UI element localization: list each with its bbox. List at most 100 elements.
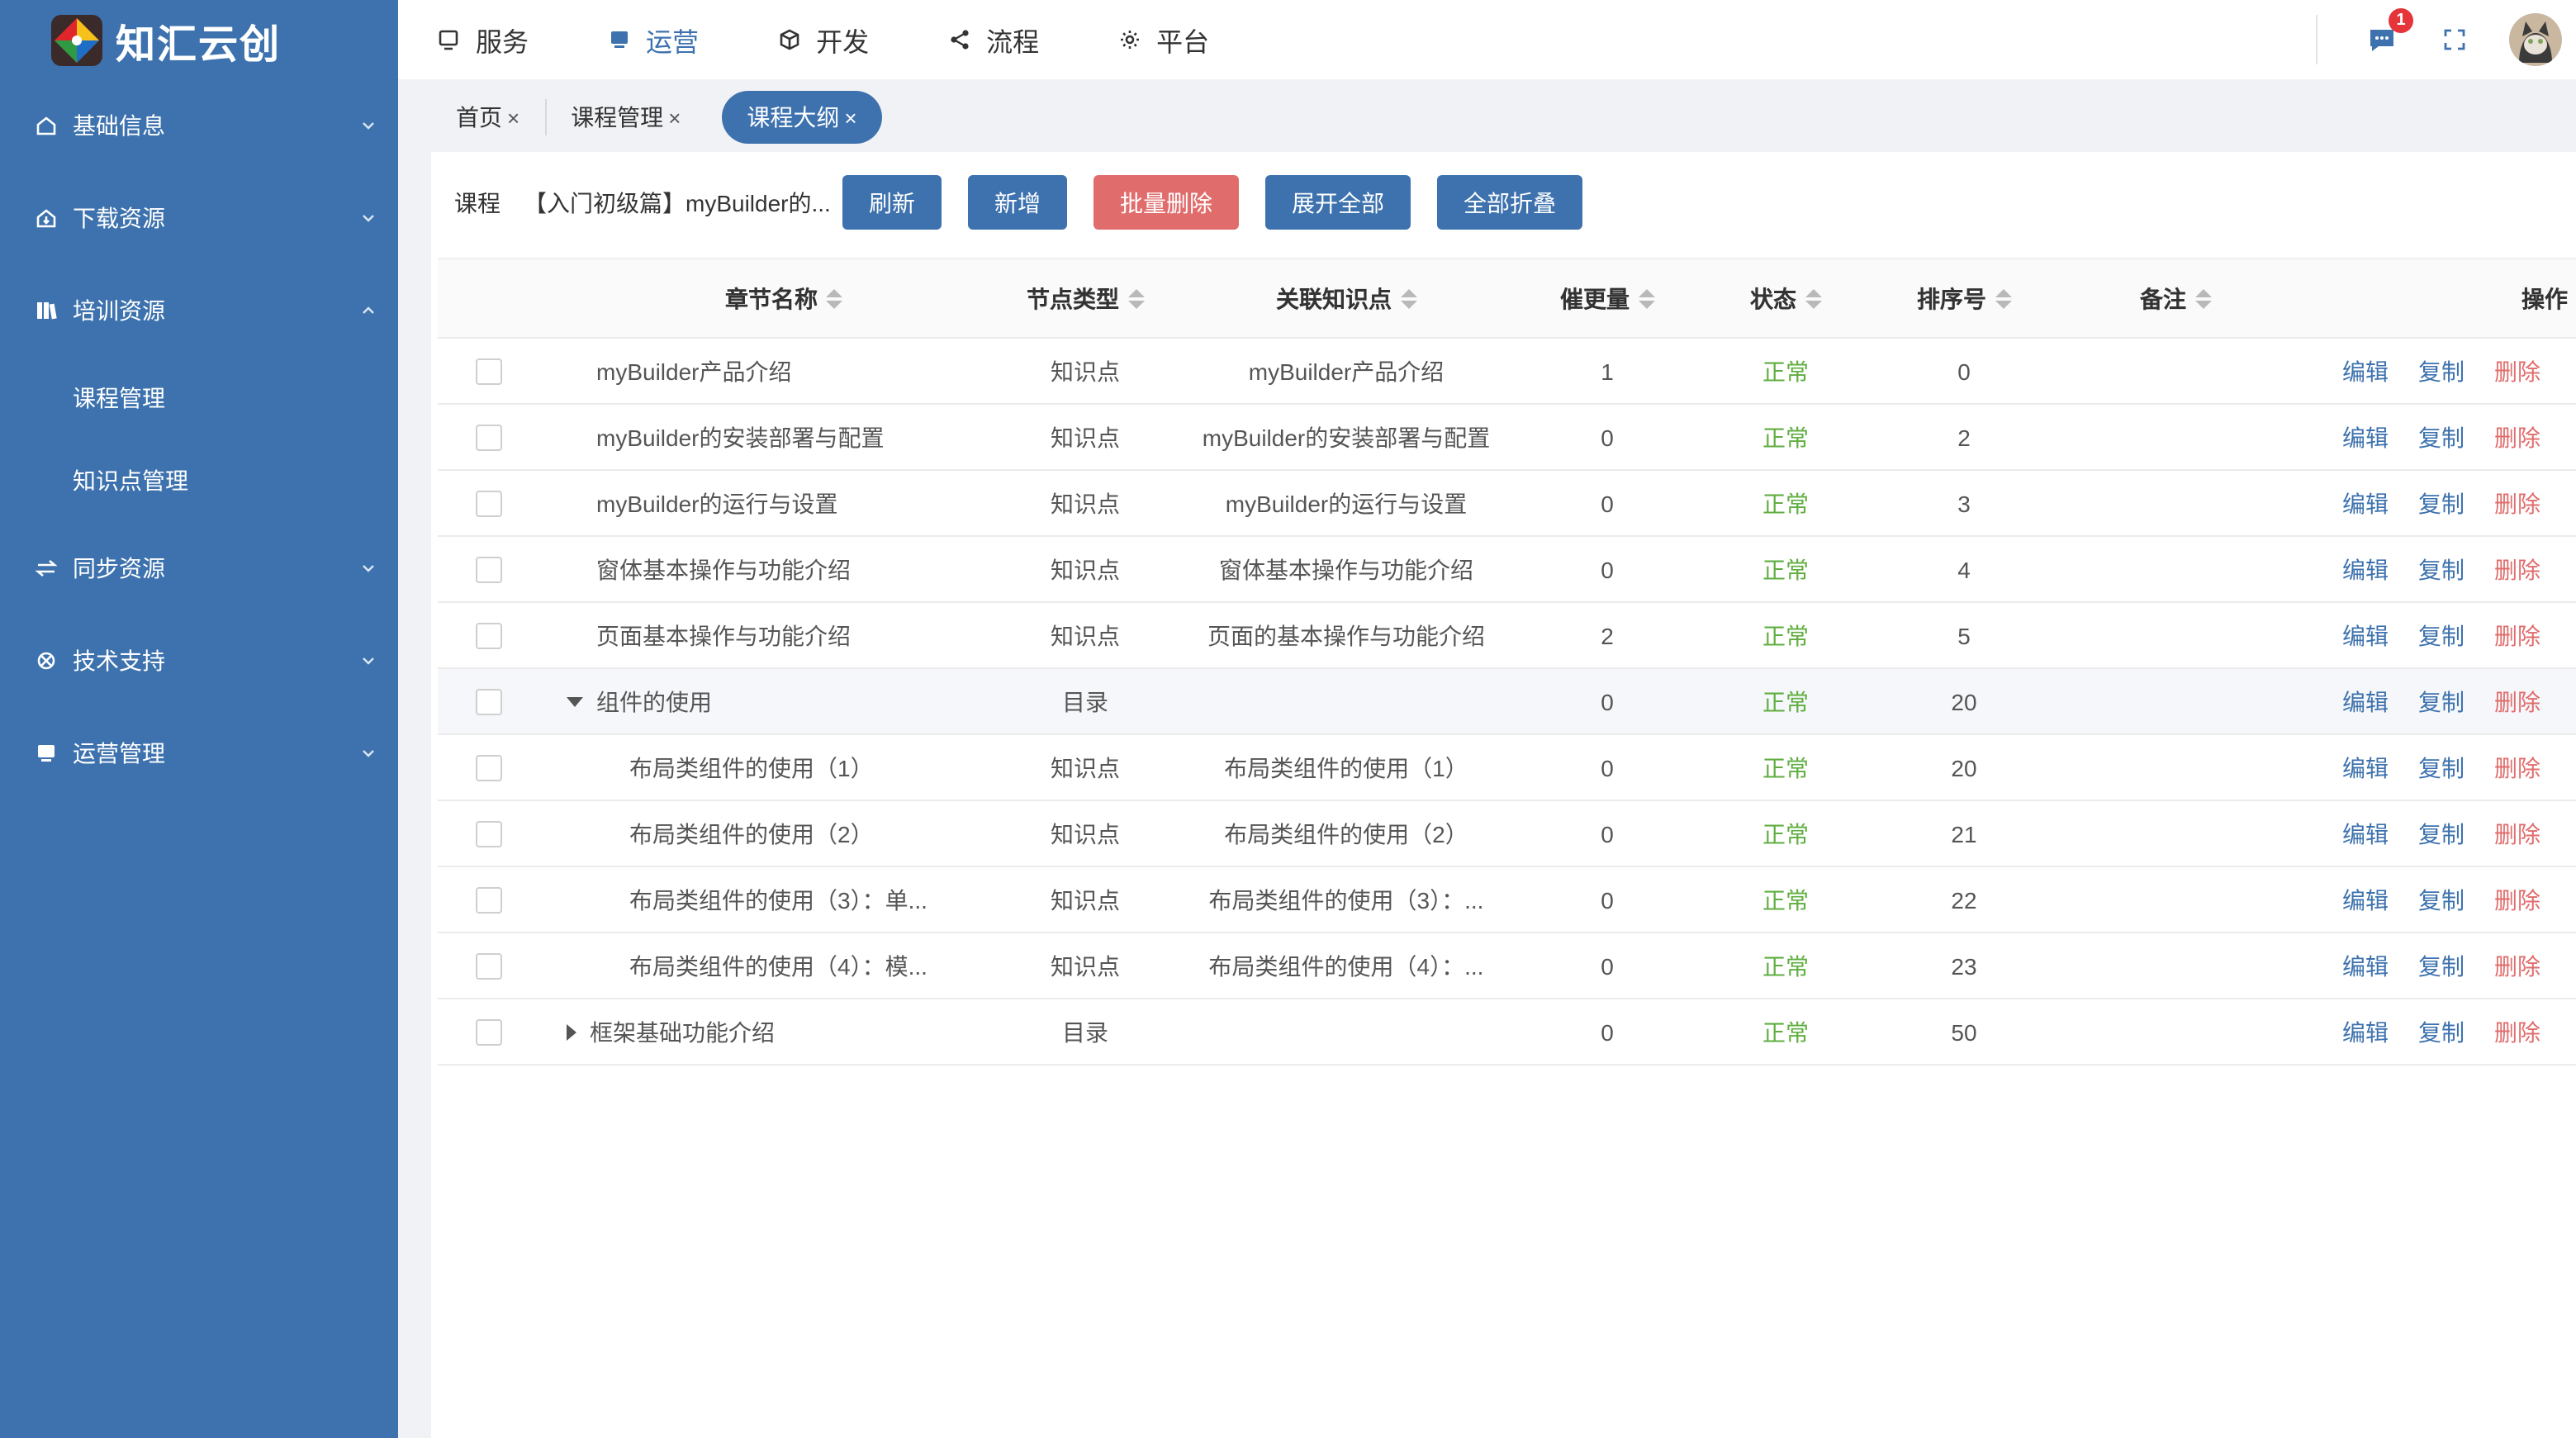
edit-link[interactable]: 编辑 bbox=[2342, 486, 2389, 520]
table-row[interactable]: 布局类组件的使用（1） 知识点 布局类组件的使用（1） 0 正常 20 编辑 复制 删除 bbox=[438, 735, 2576, 801]
delete-link[interactable]: 删除 bbox=[2494, 949, 2540, 982]
edit-link[interactable]: 编辑 bbox=[2342, 817, 2389, 850]
topnav-dev[interactable]: 开发 bbox=[778, 20, 869, 59]
row-checkbox[interactable] bbox=[475, 622, 501, 648]
copy-link[interactable]: 复制 bbox=[2418, 486, 2465, 520]
sidebar-item-knowledge-mgmt[interactable]: 知识点管理 bbox=[0, 439, 398, 522]
topnav-service[interactable]: 服务 bbox=[438, 20, 529, 59]
tree-collapse-icon[interactable] bbox=[567, 696, 583, 706]
copy-link[interactable]: 复制 bbox=[2418, 420, 2465, 453]
sidebar-item-training[interactable]: 培训资源 bbox=[0, 264, 398, 357]
sort-icon[interactable] bbox=[2194, 288, 2211, 308]
row-checkbox[interactable] bbox=[475, 1018, 501, 1045]
copy-link[interactable]: 复制 bbox=[2418, 553, 2465, 586]
copy-link[interactable]: 复制 bbox=[2418, 1015, 2465, 1048]
table-row[interactable]: 布局类组件的使用（2） 知识点 布局类组件的使用（2） 0 正常 21 编辑 复制 删除 bbox=[438, 801, 2576, 867]
close-icon[interactable]: × bbox=[507, 105, 519, 130]
sidebar-item-basic-info[interactable]: 基础信息 bbox=[0, 79, 398, 172]
tab-course-mgmt[interactable]: 课程管理 × bbox=[546, 91, 705, 144]
topnav-platform[interactable]: 平台 bbox=[1118, 20, 1209, 59]
app-logo[interactable]: 知汇云创 bbox=[0, 0, 398, 79]
delete-link[interactable]: 删除 bbox=[2494, 1015, 2540, 1048]
row-checkbox[interactable] bbox=[475, 754, 501, 781]
edit-link[interactable]: 编辑 bbox=[2342, 685, 2389, 718]
sort-icon[interactable] bbox=[1400, 288, 1416, 308]
refresh-button[interactable]: 刷新 bbox=[842, 175, 942, 230]
table-row[interactable]: myBuilder的运行与设置 知识点 myBuilder的运行与设置 0 正常 3 编辑复… bbox=[438, 471, 2576, 537]
tab-course-outline[interactable]: 课程大纲 × bbox=[722, 91, 882, 144]
header-status[interactable]: 状态 bbox=[1696, 259, 1875, 337]
header-type[interactable]: 节点类型 bbox=[996, 259, 1174, 337]
table-row[interactable]: myBuilder产品介绍 知识点 myBuilder产品介绍 1 正常 0 编辑 复制 删除 bbox=[438, 339, 2576, 405]
header-name[interactable]: 章节名称 bbox=[538, 259, 996, 337]
table-row[interactable]: 布局类组件的使用（4）：模... 知识点 布局类组件的使用（4）：... 0 正常 23 编… bbox=[438, 933, 2576, 999]
row-checkbox[interactable] bbox=[475, 556, 501, 582]
edit-link[interactable]: 编辑 bbox=[2342, 619, 2389, 652]
row-checkbox[interactable] bbox=[475, 886, 501, 913]
row-checkbox[interactable] bbox=[475, 688, 501, 714]
row-checkbox[interactable] bbox=[475, 358, 501, 384]
collapse-all-button[interactable]: 全部折叠 bbox=[1437, 175, 1582, 230]
tree-expand-icon[interactable] bbox=[567, 1023, 576, 1040]
sidebar-item-course-mgmt[interactable]: 课程管理 bbox=[0, 357, 398, 439]
message-button[interactable]: 1 bbox=[2367, 8, 2413, 55]
edit-link[interactable]: 编辑 bbox=[2342, 420, 2389, 453]
header-order[interactable]: 排序号 bbox=[1875, 259, 2053, 337]
avatar[interactable] bbox=[2509, 13, 2562, 66]
close-icon[interactable]: × bbox=[668, 105, 681, 130]
close-icon[interactable]: × bbox=[844, 105, 856, 130]
delete-link[interactable]: 删除 bbox=[2494, 751, 2540, 784]
copy-link[interactable]: 复制 bbox=[2418, 817, 2465, 850]
row-checkbox[interactable] bbox=[475, 952, 501, 979]
add-button[interactable]: 新增 bbox=[968, 175, 1067, 230]
copy-link[interactable]: 复制 bbox=[2418, 685, 2465, 718]
copy-link[interactable]: 复制 bbox=[2418, 619, 2465, 652]
sort-icon[interactable] bbox=[1127, 288, 1144, 308]
edit-link[interactable]: 编辑 bbox=[2342, 354, 2389, 387]
delete-link[interactable]: 删除 bbox=[2494, 685, 2540, 718]
delete-link[interactable]: 删除 bbox=[2494, 553, 2540, 586]
sidebar-item-ops-mgmt[interactable]: 运营管理 bbox=[0, 707, 398, 800]
table-row[interactable]: 窗体基本操作与功能介绍 知识点 窗体基本操作与功能介绍 0 正常 4 编辑 复制 删除 bbox=[438, 537, 2576, 603]
edit-link[interactable]: 编辑 bbox=[2342, 1015, 2389, 1048]
sort-icon[interactable] bbox=[1805, 288, 1821, 308]
header-qty[interactable]: 催更量 bbox=[1518, 259, 1696, 337]
table-row[interactable]: 布局类组件的使用（3）：单... 知识点 布局类组件的使用（3）：... 0 正常 22 编… bbox=[438, 867, 2576, 933]
table-row[interactable]: 组件的使用 目录 0 正常 20 编辑 复制 删除 bbox=[438, 669, 2576, 735]
batch-delete-button[interactable]: 批量删除 bbox=[1093, 175, 1239, 230]
copy-link[interactable]: 复制 bbox=[2418, 354, 2465, 387]
delete-link[interactable]: 删除 bbox=[2494, 619, 2540, 652]
delete-link[interactable]: 删除 bbox=[2494, 817, 2540, 850]
table-row[interactable]: 框架基础功能介绍 目录 0 正常 50 编辑 复制 删除 bbox=[438, 999, 2576, 1065]
copy-link[interactable]: 复制 bbox=[2418, 751, 2465, 784]
edit-link[interactable]: 编辑 bbox=[2342, 883, 2389, 916]
expand-all-button[interactable]: 展开全部 bbox=[1265, 175, 1411, 230]
delete-link[interactable]: 删除 bbox=[2494, 486, 2540, 520]
header-knowledge[interactable]: 关联知识点 bbox=[1174, 259, 1518, 337]
sidebar-item-download[interactable]: 下载资源 bbox=[0, 172, 398, 264]
sort-icon[interactable] bbox=[826, 288, 842, 308]
sidebar-item-sync[interactable]: 同步资源 bbox=[0, 522, 398, 615]
sort-icon[interactable] bbox=[1995, 288, 2011, 308]
edit-link[interactable]: 编辑 bbox=[2342, 949, 2389, 982]
delete-link[interactable]: 删除 bbox=[2494, 883, 2540, 916]
sidebar-item-support[interactable]: 技术支持 bbox=[0, 615, 398, 707]
delete-link[interactable]: 删除 bbox=[2494, 420, 2540, 453]
header-note[interactable]: 备注 bbox=[2053, 259, 2298, 337]
tab-home[interactable]: 首页 × bbox=[431, 91, 544, 144]
edit-link[interactable]: 编辑 bbox=[2342, 751, 2389, 784]
delete-link[interactable]: 删除 bbox=[2494, 354, 2540, 387]
row-checkbox[interactable] bbox=[475, 424, 501, 450]
copy-link[interactable]: 复制 bbox=[2418, 949, 2465, 982]
course-selector[interactable]: 【入门初级篇】myBuilder的... bbox=[524, 186, 842, 219]
fullscreen-icon[interactable] bbox=[2443, 28, 2466, 51]
table-row[interactable]: 页面基本操作与功能介绍 知识点 页面的基本操作与功能介绍 2 正常 5 编辑 复制 删除 bbox=[438, 603, 2576, 669]
sort-icon[interactable] bbox=[1638, 288, 1654, 308]
row-checkbox[interactable] bbox=[475, 820, 501, 847]
edit-link[interactable]: 编辑 bbox=[2342, 553, 2389, 586]
table-row[interactable]: myBuilder的安装部署与配置 知识点 myBuilder的安装部署与配置 0 正常… bbox=[438, 405, 2576, 471]
topnav-operation[interactable]: 运营 bbox=[608, 20, 699, 59]
topnav-flow[interactable]: 流程 bbox=[948, 20, 1039, 59]
copy-link[interactable]: 复制 bbox=[2418, 883, 2465, 916]
row-checkbox[interactable] bbox=[475, 490, 501, 516]
